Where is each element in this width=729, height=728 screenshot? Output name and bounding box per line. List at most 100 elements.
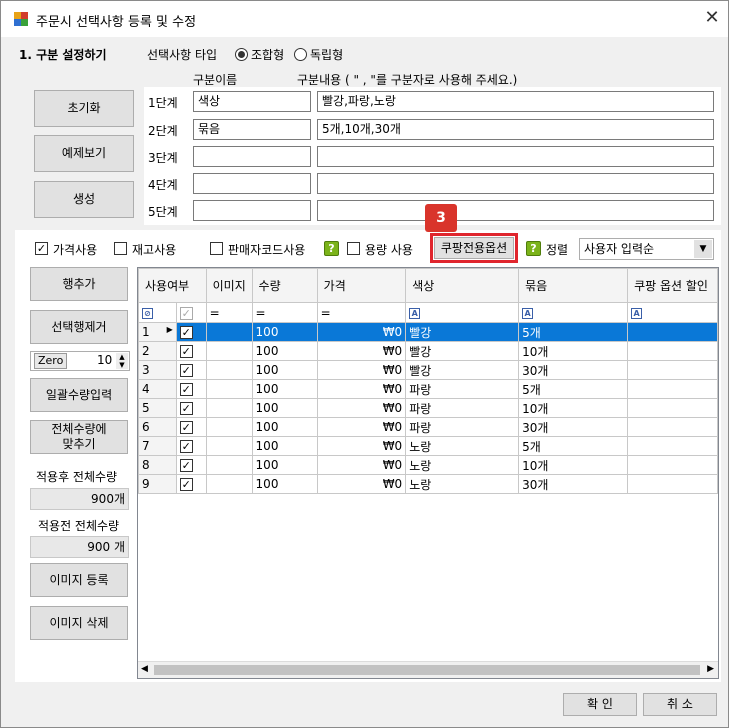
price-cell[interactable]: ₩0 bbox=[316, 455, 407, 475]
color-cell[interactable]: 노랑 bbox=[405, 436, 520, 456]
filter-color-cell[interactable]: A bbox=[405, 302, 520, 323]
row-header[interactable]: 8 bbox=[138, 455, 177, 475]
reset-button[interactable]: 초기화 bbox=[34, 90, 134, 127]
coupang-discount-cell[interactable] bbox=[627, 417, 718, 437]
bundle-cell[interactable]: 30개 bbox=[518, 474, 629, 494]
color-cell[interactable]: 파랑 bbox=[405, 379, 520, 399]
use-cell[interactable]: ✓ bbox=[175, 455, 207, 475]
row-header[interactable]: 9 bbox=[138, 474, 177, 494]
table-row[interactable]: 6 ✓ 100 ₩0 파랑 30개 bbox=[138, 417, 718, 437]
col-header-bundle[interactable]: 묶음 bbox=[518, 268, 629, 303]
filter-bundle-cell[interactable]: A bbox=[518, 302, 629, 323]
coupang-discount-cell[interactable] bbox=[627, 360, 718, 380]
col-header-qty[interactable]: 수량 bbox=[251, 268, 318, 303]
price-use-checkbox[interactable]: ✓ bbox=[35, 242, 48, 255]
bundle-cell[interactable]: 10개 bbox=[518, 398, 629, 418]
radio-combined[interactable] bbox=[235, 48, 248, 61]
color-cell[interactable]: 노랑 bbox=[405, 474, 520, 494]
option-grid[interactable]: 사용여부 이미지 수량 가격 색상 묶음 쿠팡 옵션 할인 ⊘ ✓ = = = … bbox=[137, 267, 719, 679]
price-cell[interactable]: ₩0 bbox=[316, 322, 407, 342]
use-checkbox[interactable]: ✓ bbox=[179, 459, 193, 472]
filter-clear-icon[interactable]: ⊘ bbox=[138, 302, 177, 323]
level-content-input-5[interactable] bbox=[317, 200, 714, 221]
coupang-discount-cell[interactable] bbox=[627, 379, 718, 399]
chevron-down-icon[interactable]: ▼ bbox=[116, 361, 128, 369]
use-cell[interactable]: ✓ bbox=[175, 474, 207, 494]
use-cell[interactable]: ✓ bbox=[175, 379, 207, 399]
table-row[interactable]: 1 ▶ ✓ 100 ₩0 빨강 5개 bbox=[138, 322, 718, 342]
price-cell[interactable]: ₩0 bbox=[316, 379, 407, 399]
use-checkbox[interactable]: ✓ bbox=[179, 345, 193, 358]
coupang-option-button[interactable]: 쿠팡전용옵션 bbox=[434, 237, 514, 259]
level-content-input-1[interactable]: 빨강,파랑,노랑 bbox=[317, 91, 714, 112]
coupang-discount-cell[interactable] bbox=[627, 341, 718, 361]
image-cell[interactable] bbox=[205, 322, 253, 342]
close-icon[interactable]: ✕ bbox=[701, 7, 723, 29]
use-checkbox[interactable]: ✓ bbox=[179, 478, 193, 491]
row-header[interactable]: 1 ▶ bbox=[138, 322, 177, 342]
use-checkbox[interactable]: ✓ bbox=[179, 326, 193, 339]
sort-select[interactable]: 사용자 입력순 ▼ bbox=[579, 238, 714, 260]
use-cell[interactable]: ✓ bbox=[175, 322, 207, 342]
scroll-left-icon[interactable]: ◀ bbox=[141, 664, 148, 674]
qty-cell[interactable]: 100 bbox=[251, 360, 318, 380]
image-cell[interactable] bbox=[205, 360, 253, 380]
qty-cell[interactable]: 100 bbox=[251, 322, 318, 342]
row-header[interactable]: 7 bbox=[138, 436, 177, 456]
bundle-cell[interactable]: 5개 bbox=[518, 436, 629, 456]
image-register-button[interactable]: 이미지 등록 bbox=[30, 563, 128, 597]
use-checkbox[interactable]: ✓ bbox=[179, 402, 193, 415]
row-header[interactable]: 5 bbox=[138, 398, 177, 418]
col-header-use[interactable]: 사용여부 bbox=[138, 268, 207, 303]
price-cell[interactable]: ₩0 bbox=[316, 360, 407, 380]
image-cell[interactable] bbox=[205, 436, 253, 456]
bundle-cell[interactable]: 30개 bbox=[518, 417, 629, 437]
col-header-coupang-discount[interactable]: 쿠팡 옵션 할인 bbox=[627, 268, 718, 303]
fit-total-button[interactable]: 전체수량에 맞추기 bbox=[30, 420, 128, 454]
filter-coupang-cell[interactable]: A bbox=[627, 302, 718, 323]
image-delete-button[interactable]: 이미지 삭제 bbox=[30, 606, 128, 640]
use-cell[interactable]: ✓ bbox=[175, 360, 207, 380]
cancel-button[interactable]: 취 소 bbox=[643, 693, 717, 716]
row-header[interactable]: 2 bbox=[138, 341, 177, 361]
preview-button[interactable]: 예제보기 bbox=[34, 135, 134, 172]
level-name-input-3[interactable] bbox=[193, 146, 311, 167]
color-cell[interactable]: 파랑 bbox=[405, 398, 520, 418]
price-cell[interactable]: ₩0 bbox=[316, 474, 407, 494]
use-cell[interactable]: ✓ bbox=[175, 398, 207, 418]
use-cell[interactable]: ✓ bbox=[175, 417, 207, 437]
qty-cell[interactable]: 100 bbox=[251, 417, 318, 437]
zero-stepper[interactable]: Zero 10 ▲ ▼ bbox=[30, 351, 130, 371]
bundle-cell[interactable]: 5개 bbox=[518, 322, 629, 342]
price-cell[interactable]: ₩0 bbox=[316, 417, 407, 437]
level-name-input-1[interactable]: 색상 bbox=[193, 91, 311, 112]
price-cell[interactable]: ₩0 bbox=[316, 436, 407, 456]
add-row-button[interactable]: 행추가 bbox=[30, 267, 128, 301]
row-header[interactable]: 3 bbox=[138, 360, 177, 380]
seller-code-checkbox[interactable] bbox=[210, 242, 223, 255]
table-row[interactable]: 9 ✓ 100 ₩0 노랑 30개 bbox=[138, 474, 718, 494]
row-header[interactable]: 4 bbox=[138, 379, 177, 399]
use-checkbox[interactable]: ✓ bbox=[179, 383, 193, 396]
bundle-cell[interactable]: 30개 bbox=[518, 360, 629, 380]
price-cell[interactable]: ₩0 bbox=[316, 398, 407, 418]
coupang-discount-cell[interactable] bbox=[627, 322, 718, 342]
image-cell[interactable] bbox=[205, 455, 253, 475]
color-cell[interactable]: 빨강 bbox=[405, 360, 520, 380]
use-cell[interactable]: ✓ bbox=[175, 341, 207, 361]
table-row[interactable]: 8 ✓ 100 ₩0 노랑 10개 bbox=[138, 455, 718, 475]
level-content-input-4[interactable] bbox=[317, 173, 714, 194]
color-cell[interactable]: 파랑 bbox=[405, 417, 520, 437]
color-cell[interactable]: 빨강 bbox=[405, 341, 520, 361]
ok-button[interactable]: 확 인 bbox=[563, 693, 637, 716]
coupang-discount-cell[interactable] bbox=[627, 436, 718, 456]
color-cell[interactable]: 빨강 bbox=[405, 322, 520, 342]
bulk-quantity-button[interactable]: 일괄수량입력 bbox=[30, 378, 128, 412]
qty-cell[interactable]: 100 bbox=[251, 436, 318, 456]
capacity-use-checkbox[interactable] bbox=[347, 242, 360, 255]
image-cell[interactable] bbox=[205, 417, 253, 437]
table-row[interactable]: 3 ✓ 100 ₩0 빨강 30개 bbox=[138, 360, 718, 380]
stock-use-checkbox[interactable] bbox=[114, 242, 127, 255]
filter-price-cell[interactable]: = bbox=[316, 302, 407, 323]
bundle-cell[interactable]: 10개 bbox=[518, 455, 629, 475]
